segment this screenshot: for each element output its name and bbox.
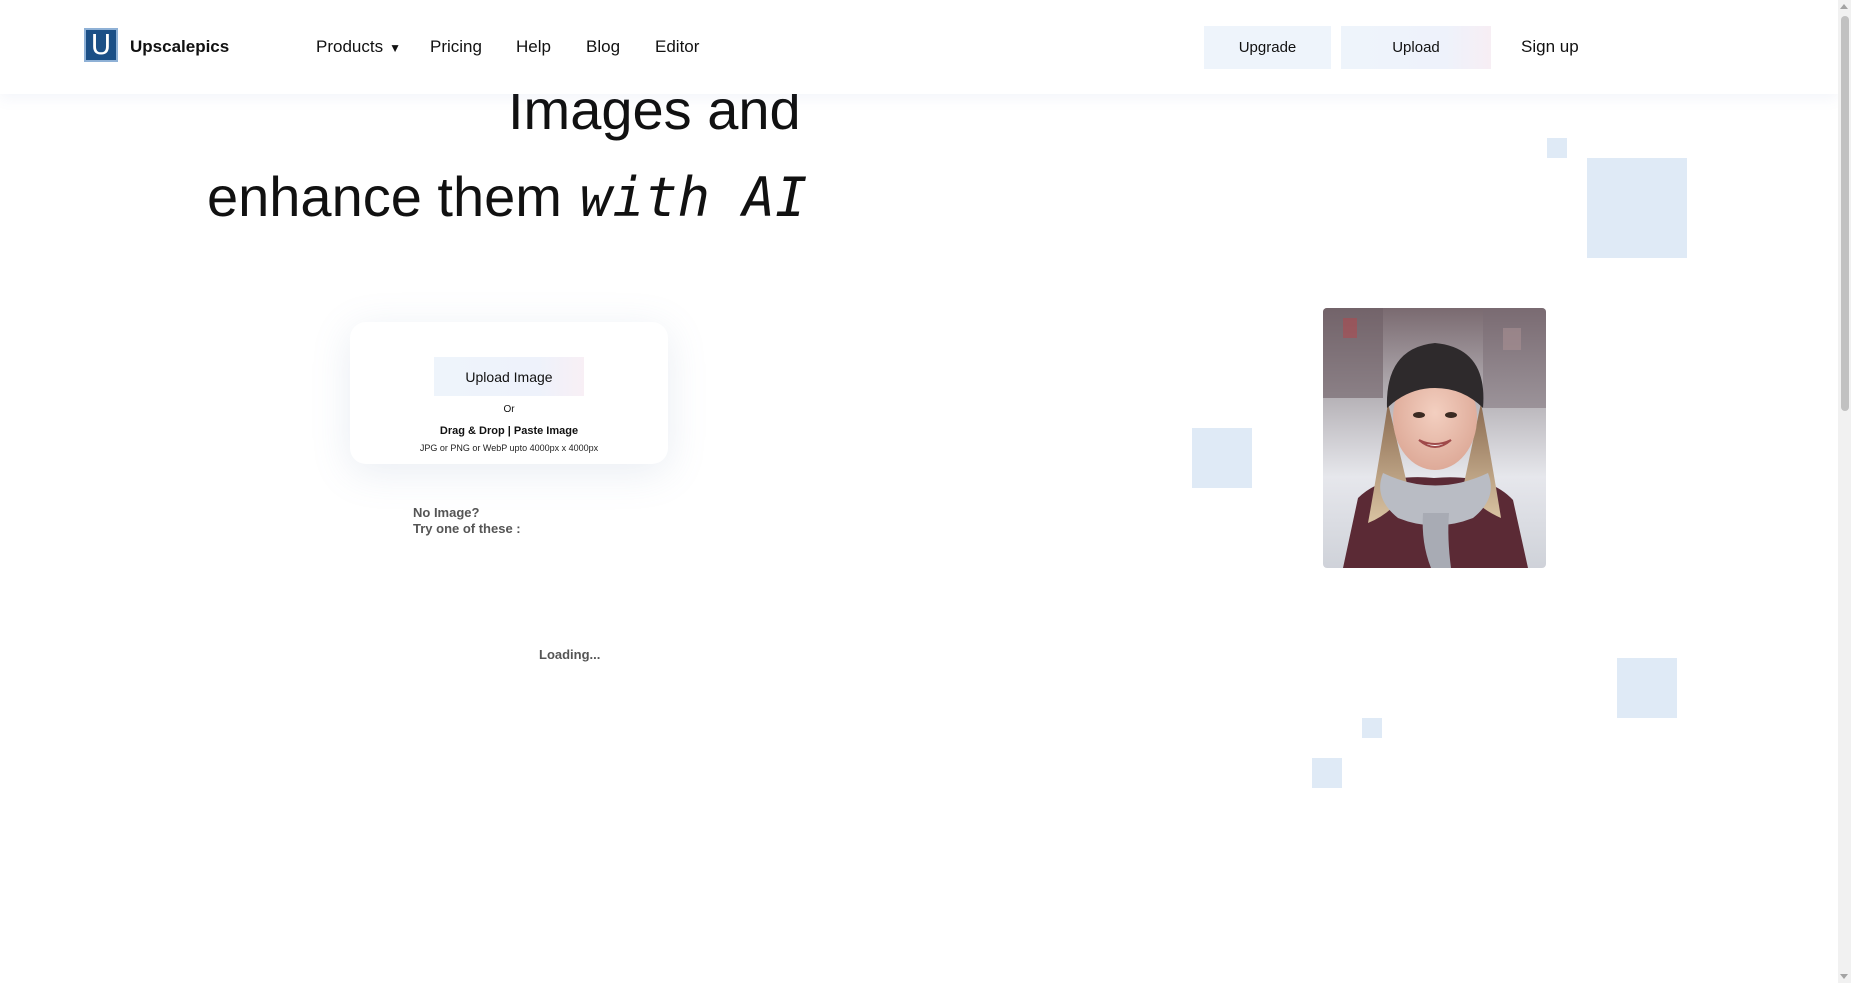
scroll-up-icon[interactable] (1840, 4, 1848, 9)
decor-square (1547, 138, 1567, 158)
decor-square (1587, 158, 1687, 258)
upload-image-button[interactable]: Upload Image (434, 357, 584, 396)
sample-images-prompt: No Image? Try one of these : (413, 505, 521, 537)
upload-or-text: Or (503, 404, 515, 415)
no-image-label: No Image? (413, 505, 480, 520)
hero-heading-plain: enhance them (207, 165, 562, 228)
upload-formats-hint: JPG or PNG or WebP upto 4000px x 4000px (419, 443, 599, 453)
upgrade-button[interactable]: Upgrade (1204, 26, 1331, 69)
nav-products[interactable]: Products ▼ (316, 37, 401, 57)
portrait-illustration (1323, 308, 1546, 568)
upload-card[interactable]: Upload Image Or Drag & Drop | Paste Imag… (350, 322, 668, 464)
decor-square (1362, 718, 1382, 738)
hero-heading-accent: with AI (579, 166, 808, 229)
hero-heading-line2: enhance them with AI (207, 164, 808, 229)
nav-help[interactable]: Help (516, 37, 551, 57)
nav-editor[interactable]: Editor (655, 37, 699, 57)
signup-link[interactable]: Sign up (1521, 37, 1579, 57)
top-navbar: U Upscalepics Products ▼ Pricing Help Blo… (0, 0, 1838, 94)
scroll-down-icon[interactable] (1840, 974, 1848, 979)
decor-square (1617, 658, 1677, 718)
drag-drop-paste-text: Drag & Drop | Paste Image (439, 425, 579, 437)
decor-square (1192, 428, 1252, 488)
chevron-down-icon: ▼ (389, 41, 401, 55)
upload-button[interactable]: Upload (1341, 26, 1491, 69)
page-scrollbar[interactable] (1838, 0, 1851, 983)
logo-icon[interactable]: U (84, 28, 118, 62)
nav-pricing[interactable]: Pricing (430, 37, 482, 57)
scroll-thumb[interactable] (1841, 16, 1849, 411)
sample-portrait-image (1323, 308, 1546, 568)
decor-square (1312, 758, 1342, 788)
nav-blog[interactable]: Blog (586, 37, 620, 57)
try-these-label: Try one of these : (413, 521, 521, 536)
nav-products-label: Products (316, 37, 384, 56)
loading-indicator: Loading... (539, 647, 601, 662)
brand-name[interactable]: Upscalepics (130, 37, 229, 57)
